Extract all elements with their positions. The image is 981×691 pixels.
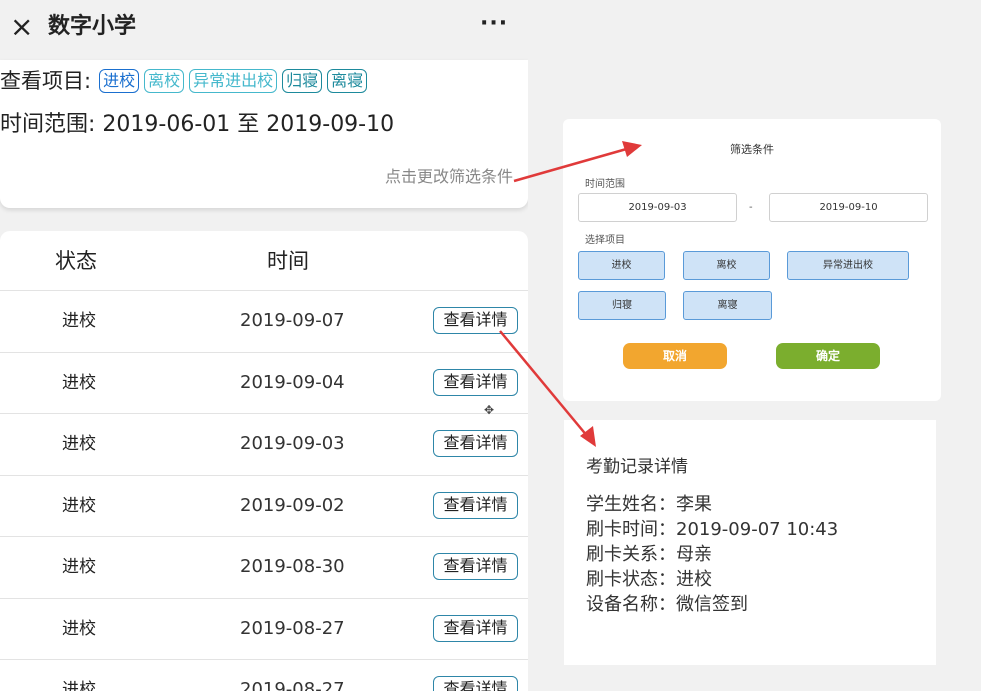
range-label: 时间范围 [585,179,625,190]
detail-device: 设备名称：微信签到 [586,594,748,615]
tag-abnormal[interactable]: 异常进出校 [189,69,278,93]
date-separator: - [749,202,753,213]
view-detail-button[interactable]: 查看详情 [433,430,518,457]
row-status: 进校 [62,557,96,577]
popup-title: 筛选条件 [730,143,774,156]
detail-relation: 刷卡关系：母亲 [586,544,712,565]
option-leave-dorm[interactable]: 离寝 [683,291,772,320]
project-row: 查看项目: 进校 离校 异常进出校 归寝 离寝 [0,66,372,96]
cancel-button[interactable]: 取消 [623,343,727,369]
detail-swipe-time: 刷卡时间：2019-09-07 10:43 [586,519,839,540]
row-date: 2019-09-03 [240,433,345,454]
view-detail-button[interactable]: 查看详情 [433,614,518,642]
detail-student-name: 学生姓名：李果 [586,494,712,515]
title-bar: × 数字小学 ··· [0,0,528,56]
tag-enter-school[interactable]: 进校 [99,69,140,93]
row-date: 2019-09-07 [240,310,345,331]
view-detail-button[interactable]: 查看详情 [433,491,518,519]
row-date: 2019-08-27 [240,617,345,639]
row-status: 进校 [62,372,96,393]
filter-summary-card: 查看项目: 进校 离校 异常进出校 归寝 离寝 时间范围: 2019-06-01… [0,60,528,208]
table-row: 进校 2019-09-07 查看详情 [0,291,528,353]
option-enter-school[interactable]: 进校 [578,251,665,280]
table-row: 进校 2019-08-27 查看详情 [0,599,528,660]
row-status: 进校 [62,311,96,331]
record-list: 状态 时间 进校 2019-09-07 查看详情 进校 2019-09-04 查看详情 进校… [0,231,528,691]
option-abnormal[interactable]: 异常进出校 [787,251,909,280]
confirm-button[interactable]: 确定 [776,343,880,369]
tag-leave-school[interactable]: 离校 [144,69,185,93]
end-date-field[interactable]: 2019-09-10 [769,193,928,222]
table-row: 进校 2019-08-27 查看详情 [0,660,528,691]
project-label: 选择项目 [585,235,625,246]
row-status: 进校 [62,434,96,454]
detail-status: 刷卡状态：进校 [586,569,712,590]
row-status: 进校 [62,680,96,691]
close-icon[interactable]: × [10,12,33,42]
column-time: 时间 [267,249,309,273]
range-value: 2019-06-01 至 2019-09-10 [102,112,395,137]
range-row: 时间范围: 2019-06-01 至 2019-09-10 [0,111,394,139]
list-rows: 进校 2019-09-07 查看详情 进校 2019-09-04 查看详情 进校 2019-0… [0,291,528,691]
table-row: 进校 2019-09-03 查看详情 [0,414,528,476]
mobile-screen: × 数字小学 ··· 查看项目: 进校 离校 异常进出校 归寝 离寝 时间范围:… [0,0,528,691]
more-icon[interactable]: ··· [480,9,508,39]
project-label: 查看项目: [0,69,92,93]
row-date: 2019-09-04 [240,371,345,393]
view-detail-button[interactable]: 查看详情 [433,553,518,580]
tag-leave-dorm[interactable]: 离寝 [327,69,368,93]
column-status: 状态 [55,249,97,273]
tag-return-dorm[interactable]: 归寝 [282,69,323,93]
option-leave-school[interactable]: 离校 [683,251,770,280]
view-detail-button[interactable]: 查看详情 [433,368,518,396]
row-date: 2019-09-02 [240,494,345,516]
range-label: 时间范围: [0,112,96,137]
start-date-field[interactable]: 2019-09-03 [578,193,737,222]
cursor-icon: ✥ [484,403,495,417]
row-status: 进校 [62,618,96,639]
list-header: 状态 时间 [0,231,528,291]
row-status: 进校 [62,495,96,516]
change-filter-link[interactable]: 点击更改筛选条件 [385,166,513,188]
table-row: 进校 2019-08-30 查看详情 [0,537,528,599]
filter-popup: 筛选条件 时间范围 2019-09-03 - 2019-09-10 选择项目 进… [563,119,941,401]
detail-popup: 考勤记录详情 学生姓名：李果 刷卡时间：2019-09-07 10:43 刷卡关… [564,420,936,665]
table-row: 进校 2019-09-04 查看详情 [0,353,528,414]
app-title: 数字小学 [48,14,137,39]
table-row: 进校 2019-09-02 查看详情 [0,476,528,537]
view-detail-button[interactable]: 查看详情 [433,307,518,334]
view-detail-button[interactable]: 查看详情 [433,676,518,691]
row-date: 2019-08-30 [240,556,345,577]
row-date: 2019-08-27 [240,679,345,691]
detail-title: 考勤记录详情 [586,457,688,477]
option-return-dorm[interactable]: 归寝 [578,291,666,320]
